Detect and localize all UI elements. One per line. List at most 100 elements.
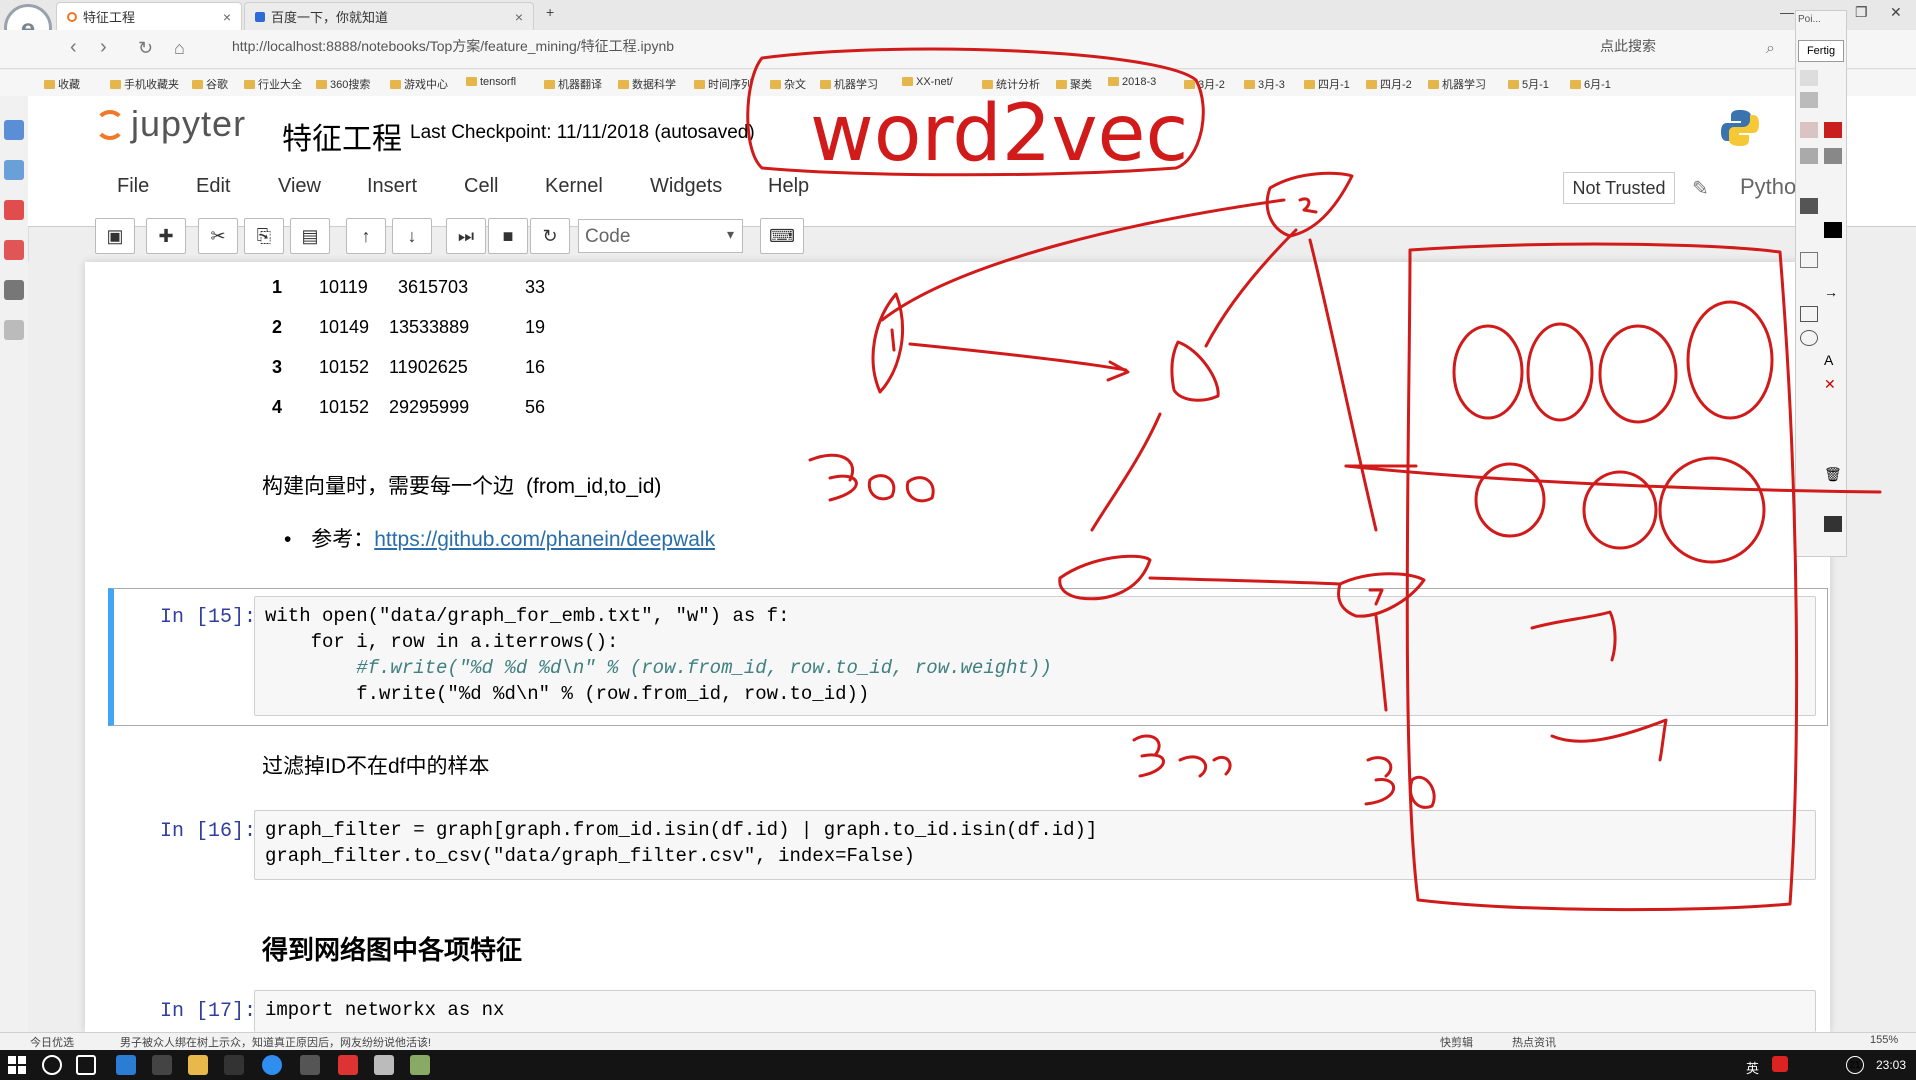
stop-icon[interactable]: ■ <box>488 218 528 254</box>
bookmark-item[interactable]: 机器翻译 <box>544 76 602 92</box>
bookmark-item[interactable]: 游戏中心 <box>390 76 448 92</box>
status-left-label[interactable]: 今日优选 <box>30 1034 74 1050</box>
bookmark-item[interactable]: 5月-1 <box>1508 76 1549 92</box>
bookmark-item[interactable]: 数据科学 <box>618 76 676 92</box>
status-item[interactable]: 快剪辑 <box>1440 1034 1473 1050</box>
maximize-icon[interactable]: ❐ <box>1855 4 1868 21</box>
close-window-icon[interactable]: ✕ <box>1890 4 1902 21</box>
star-icon[interactable] <box>4 120 24 140</box>
arrow-tool-icon[interactable]: → <box>1824 284 1842 300</box>
bookmark-item[interactable]: 3月-3 <box>1244 76 1285 92</box>
app-icon[interactable] <box>300 1055 320 1075</box>
menu-widgets[interactable]: Widgets <box>650 175 722 198</box>
save-drawing-icon[interactable] <box>1824 516 1842 532</box>
notification-badge[interactable]: 21 <box>1846 1056 1864 1074</box>
code-editor-17[interactable]: import networkx as nx <box>254 990 1816 1032</box>
bookmark-item[interactable]: XX-net/ <box>902 76 953 88</box>
bookmark-item[interactable]: 四月-1 <box>1304 76 1350 92</box>
notebook-title[interactable]: 特征工程 <box>282 114 402 158</box>
gray-swatch-icon[interactable] <box>1824 148 1842 164</box>
menu-file[interactable]: File <box>117 175 149 198</box>
sogou-ime-icon[interactable] <box>1772 1056 1788 1072</box>
app-icon[interactable] <box>410 1055 430 1075</box>
tab-notebook[interactable]: 特征工程 × <box>56 2 242 30</box>
pen-tool-icon[interactable] <box>1800 92 1818 108</box>
close-tab-icon[interactable]: × <box>515 9 523 25</box>
red-swatch-icon[interactable] <box>1824 122 1842 138</box>
search-icon[interactable]: ⌕ <box>1766 40 1775 58</box>
bookmark-item[interactable]: 360搜索 <box>316 76 370 92</box>
rectangle-tool-icon[interactable] <box>1800 306 1818 322</box>
kernel-name[interactable]: Pytho <box>1740 174 1796 200</box>
edit-pencil-icon[interactable]: ✎ <box>1692 176 1709 201</box>
weibo-icon[interactable] <box>4 200 24 220</box>
bookmark-item[interactable]: 机器学习 <box>820 76 878 92</box>
store-icon[interactable] <box>152 1055 172 1075</box>
bookmark-item[interactable]: 2018-3 <box>1108 76 1156 88</box>
status-item[interactable]: 热点资讯 <box>1512 1034 1556 1050</box>
code-editor-15[interactable]: with open("data/graph_for_emb.txt", "w")… <box>254 596 1816 716</box>
mail-icon[interactable] <box>4 240 24 260</box>
forward-icon[interactable]: › <box>100 36 107 59</box>
save-icon[interactable]: ▣ <box>95 218 135 254</box>
list-icon[interactable] <box>4 160 24 180</box>
delete-tool-icon[interactable]: ✕ <box>1824 376 1842 392</box>
bookmark-item[interactable]: tensorfl <box>466 76 516 88</box>
menu-view[interactable]: View <box>278 175 321 198</box>
game-icon[interactable] <box>4 280 24 300</box>
menu-kernel[interactable]: Kernel <box>545 175 603 198</box>
bookmark-item[interactable]: 收藏 <box>44 76 80 92</box>
note-icon[interactable] <box>4 320 24 340</box>
search-hint[interactable]: 点此搜索 <box>1600 36 1656 56</box>
freehand-tool-icon[interactable] <box>1800 252 1818 268</box>
news-ticker[interactable]: 男子被众人绑在树上示众，知道真正原因后，网友纷纷说他活该! <box>120 1034 431 1050</box>
menu-cell[interactable]: Cell <box>464 175 498 198</box>
home-icon[interactable]: ⌂ <box>174 38 185 59</box>
minimize-icon[interactable]: — <box>1780 4 1794 20</box>
recorder-icon[interactable] <box>338 1055 358 1075</box>
trash-icon[interactable]: 🗑 <box>1824 466 1842 482</box>
black-swatch-icon[interactable] <box>1824 222 1842 238</box>
cursor-tool-icon[interactable] <box>1800 70 1818 86</box>
dark-swatch-icon[interactable] <box>1800 198 1818 214</box>
color-swatch-icon[interactable] <box>1800 122 1818 138</box>
url-input[interactable]: http://localhost:8888/notebooks/Top方案/fe… <box>232 36 674 56</box>
close-tab-icon[interactable]: × <box>223 9 231 25</box>
jupyter-logo[interactable]: jupyter <box>95 103 246 145</box>
gray-swatch-icon[interactable] <box>1800 148 1818 164</box>
deepwalk-link[interactable]: https://github.com/phanein/deepwalk <box>374 528 715 551</box>
bookmark-item[interactable]: 手机收藏夹 <box>110 76 179 92</box>
ime-indicator[interactable]: 英 <box>1746 1058 1759 1077</box>
app-icon[interactable] <box>374 1055 394 1075</box>
bookmark-item[interactable]: 统计分析 <box>982 76 1040 92</box>
done-button[interactable]: Fertig <box>1798 40 1844 62</box>
add-cell-icon[interactable]: ✚ <box>146 218 186 254</box>
folder-icon[interactable] <box>188 1055 208 1075</box>
bookmark-item[interactable]: 6月-1 <box>1570 76 1611 92</box>
media-icon[interactable] <box>224 1055 244 1075</box>
bookmark-item[interactable]: 杂文 <box>770 76 806 92</box>
bookmark-item[interactable]: 时间序列 <box>694 76 752 92</box>
copy-icon[interactable]: ⎘ <box>244 218 284 254</box>
cell-type-select[interactable]: Code <box>578 219 743 253</box>
edge-icon[interactable] <box>116 1055 136 1075</box>
text-tool-icon[interactable]: A <box>1824 352 1842 368</box>
back-icon[interactable]: ‹ <box>70 36 77 59</box>
code-editor-16[interactable]: graph_filter = graph[graph.from_id.isin(… <box>254 810 1816 880</box>
cut-icon[interactable]: ✂ <box>198 218 238 254</box>
trust-status-button[interactable]: Not Trusted <box>1563 172 1675 204</box>
bookmark-item[interactable]: 机器学习 <box>1428 76 1486 92</box>
keyboard-icon[interactable]: ⌨ <box>760 218 804 254</box>
tab-baidu[interactable]: 百度一下，你就知道 × <box>244 2 534 30</box>
reload-icon[interactable]: ↻ <box>138 38 153 59</box>
move-up-icon[interactable]: ↑ <box>346 218 386 254</box>
new-tab-icon[interactable]: + <box>546 4 554 20</box>
browser-360-icon[interactable] <box>262 1055 282 1075</box>
menu-edit[interactable]: Edit <box>196 175 230 198</box>
paste-icon[interactable]: ▤ <box>290 218 330 254</box>
menu-help[interactable]: Help <box>768 175 809 198</box>
run-icon[interactable]: ⏭ <box>446 218 486 254</box>
ellipse-tool-icon[interactable] <box>1800 330 1818 346</box>
bookmark-item[interactable]: 聚类 <box>1056 76 1092 92</box>
menu-insert[interactable]: Insert <box>367 175 417 198</box>
